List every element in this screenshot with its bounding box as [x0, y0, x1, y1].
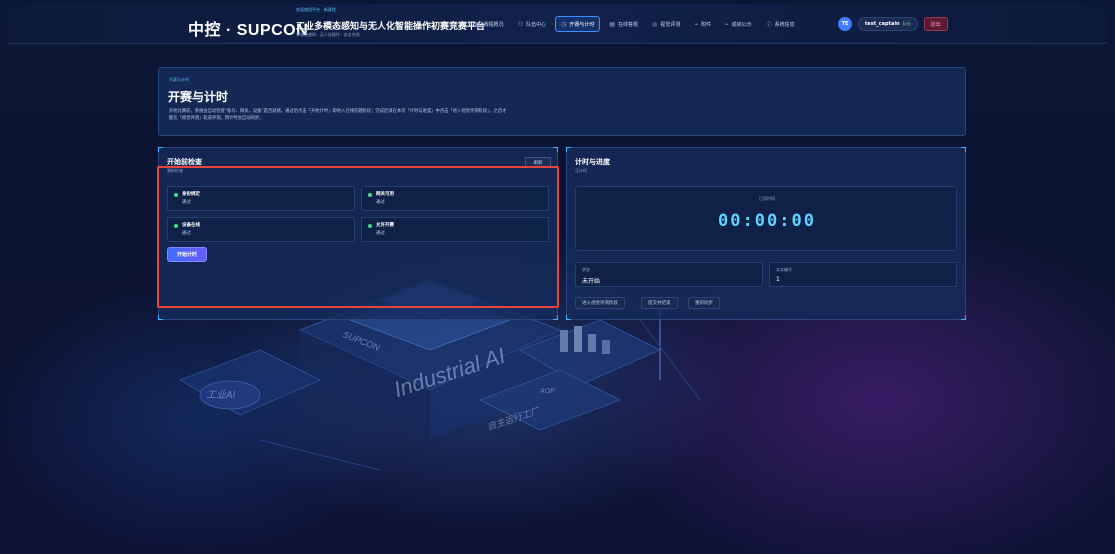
- nav-label: 赛程概况: [483, 21, 504, 28]
- round-label: 本次编号: [776, 267, 792, 272]
- nav-label: 附件: [700, 21, 711, 28]
- bg-iot-text: 工业AI: [206, 390, 236, 401]
- page-title: 开赛与计时: [168, 90, 229, 104]
- logout-button[interactable]: 退出: [923, 17, 948, 31]
- paperclip-icon: ⌁: [694, 20, 698, 28]
- resync-button[interactable]: 重新同步: [688, 297, 720, 309]
- corner-decoration: [158, 147, 163, 152]
- corner-decoration: [566, 147, 571, 152]
- nav-item-vision[interactable]: ◎ 视觉评测: [647, 16, 685, 32]
- corner-decoration: [566, 315, 571, 320]
- hero-description: 开始比赛前，系统会自动检查“账号、网关、设备”是否就绪。通过后点击「开始计时」即…: [169, 109, 507, 121]
- corner-decoration: [961, 315, 966, 320]
- user-area: TE test_captain 队长 退出: [838, 13, 948, 35]
- timer-subtitle: 正计时: [575, 168, 587, 173]
- document-icon: ▤: [609, 20, 616, 28]
- brand-block: 欢迎使用平台 · 新赛程 中控 · SUPCON 工业多模态感知与无人化智能操作…: [188, 6, 485, 42]
- hero-tag: 开赛与计时: [169, 77, 189, 82]
- info-icon: ⓘ: [765, 21, 772, 29]
- platform-subtitle: 多模态感知 · 无人化操作 · 安全合规: [296, 32, 360, 37]
- avatar[interactable]: TE: [838, 17, 852, 31]
- user-role-badge: 队长: [902, 21, 911, 26]
- status-value: 未开始: [582, 278, 601, 285]
- nav-item-attachments[interactable]: ⌁ 附件: [689, 16, 716, 32]
- grid-icon: ▦: [475, 20, 481, 28]
- nav-item-quiz[interactable]: ▤ 在线答题: [604, 16, 643, 32]
- top-header: 欢迎使用平台 · 新赛程 中控 · SUPCON 工业多模态感知与无人化智能操作…: [8, 4, 1107, 44]
- nav-item-scores[interactable]: ⌁ 成绩公示: [720, 16, 757, 32]
- main-nav: ▦ 赛程概况 ⚇ 队伍中心 ◷ 开赛与计时 ▤ 在线答题 ◎ 视觉评测 ⌁ 附件 ⌁ 成绩公示…: [470, 14, 800, 34]
- clock-icon: ◷: [561, 20, 567, 28]
- nav-label: 开赛与计时: [569, 21, 595, 28]
- user-pill[interactable]: test_captain 队长: [858, 17, 918, 31]
- nav-label: 在线答题: [618, 21, 639, 28]
- timer-panel: 计时与进度 正计时 已用时间 00:00:00 状态 未开始 本次编号 1 进入…: [566, 147, 966, 320]
- nav-label: 视觉评测: [660, 21, 681, 28]
- eye-icon: ◎: [652, 20, 658, 28]
- bg-aop-text: AOP: [540, 388, 555, 395]
- team-icon: ⚇: [517, 20, 524, 28]
- round-value: 1: [776, 276, 780, 283]
- nav-label: 成绩公示: [731, 21, 752, 28]
- platform-title: 工业多模态感知与无人化智能操作初赛竞赛平台: [296, 22, 486, 32]
- username: test_captain: [865, 21, 900, 27]
- status-label: 状态: [582, 267, 590, 272]
- nav-item-overview[interactable]: ▦ 赛程概况: [470, 16, 509, 32]
- round-box: 本次编号 1: [769, 262, 957, 287]
- supcon-logo: 中控 · SUPCON: [188, 22, 309, 39]
- enter-vision-stage-button[interactable]: 进入视觉评测阶段: [575, 297, 625, 309]
- timer-title: 计时与进度: [575, 158, 610, 166]
- chart-icon: ⌁: [724, 20, 729, 28]
- brand-top-line: 欢迎使用平台 · 新赛程: [296, 7, 336, 12]
- nav-label: 系统信息: [774, 21, 795, 28]
- timer-value: 00:00:00: [718, 211, 816, 231]
- timer-label: 已用时间: [759, 196, 775, 201]
- hero-panel: 开赛与计时 开赛与计时 开始比赛前，系统会自动检查“账号、网关、设备”是否就绪。…: [158, 67, 966, 136]
- corner-decoration: [553, 147, 558, 152]
- nav-label: 队伍中心: [526, 21, 547, 28]
- nav-item-timing[interactable]: ◷ 开赛与计时: [555, 16, 601, 32]
- nav-item-team[interactable]: ⚇ 队伍中心: [513, 16, 551, 32]
- submit-finish-button[interactable]: 提交并结束: [641, 297, 678, 309]
- timer-display: 已用时间 00:00:00: [575, 186, 957, 251]
- corner-decoration: [961, 147, 966, 152]
- highlight-annotation-box: [157, 166, 559, 308]
- corner-decoration: [553, 315, 558, 320]
- corner-decoration: [158, 315, 163, 320]
- status-box: 状态 未开始: [575, 262, 763, 287]
- nav-item-system[interactable]: ⓘ 系统信息: [761, 16, 800, 32]
